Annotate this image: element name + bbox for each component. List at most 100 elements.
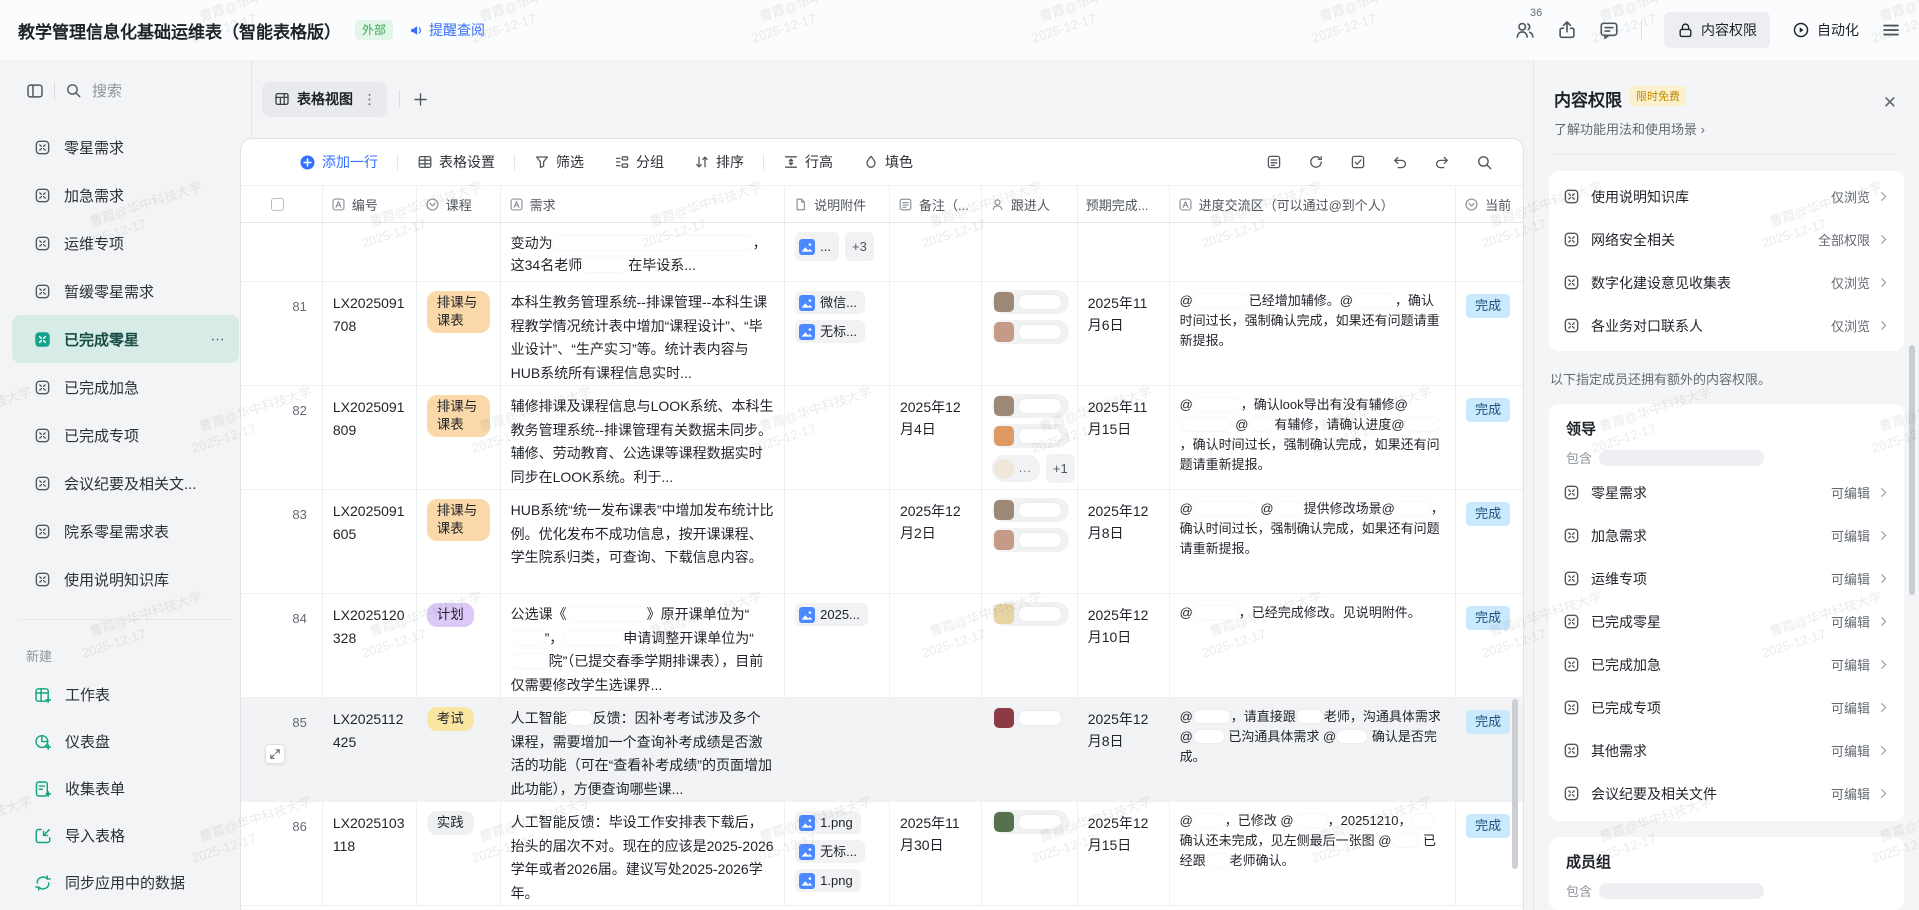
toolbar-row-height-button[interactable]: 行高 (783, 152, 833, 172)
follower-chip[interactable] (992, 528, 1069, 552)
column-header-4[interactable]: 说明附件 (785, 186, 890, 222)
cell-progress[interactable] (1170, 223, 1457, 281)
cell-followers[interactable] (982, 698, 1078, 801)
table-row-83[interactable]: 83 LX2025091605 排课与课表 HUB系统“统一发布课表”中增加发布… (241, 490, 1523, 594)
cell-progress[interactable]: @，确认look导出有没有辅修@ @有辅修，请确认进度@，确认时间过长，强制确认… (1170, 386, 1457, 489)
follower-chip[interactable] (992, 706, 1069, 730)
tab-more-icon[interactable] (362, 92, 377, 107)
automation-button[interactable]: 自动化 (1792, 20, 1859, 40)
cell-followers[interactable] (982, 802, 1078, 905)
column-header-1[interactable]: 编号 (323, 186, 417, 222)
cell-progress[interactable]: @ @提供修改场景@，确认时间过长，强制确认完成，如果还有问题请重新提报。 (1170, 490, 1457, 593)
cell-code[interactable] (323, 223, 417, 281)
sidebar-item-5[interactable]: 已完成加急 (12, 363, 239, 411)
table-scrollbar[interactable] (1512, 699, 1518, 869)
cell-followers[interactable] (982, 282, 1078, 385)
cell-note[interactable] (890, 594, 982, 697)
group0-item-5[interactable]: 已完成专项 可编辑 (1563, 686, 1890, 729)
column-header-7[interactable]: 预期完成... (1078, 186, 1170, 222)
cell-course[interactable]: 实践 (417, 802, 501, 905)
cell-attachments[interactable]: 1.png无标...1.png (785, 802, 890, 905)
cell-status[interactable]: 完成 (1456, 282, 1523, 385)
cell-code[interactable]: LX2025112425 (323, 698, 417, 801)
cell-note[interactable]: 2025年12月2日 (890, 490, 982, 593)
attachment-more-badge[interactable]: +3 (845, 232, 874, 261)
refresh-icon[interactable] (1308, 154, 1324, 170)
cell-attachments[interactable] (785, 490, 890, 593)
cell-status[interactable]: 完成 (1456, 594, 1523, 697)
cell-code[interactable]: LX2025091809 (323, 386, 417, 489)
sidebar-item-1[interactable]: 加急需求 (12, 171, 239, 219)
cell-due-date[interactable] (1078, 223, 1170, 281)
cell-status[interactable]: 完成 (1456, 490, 1523, 593)
cell-demand[interactable]: 变动为，这34名老师在毕设系... (501, 223, 786, 281)
attachment-chip[interactable]: 微信... (795, 291, 865, 314)
attachment-chip[interactable]: 2025... (795, 603, 868, 626)
more-icon[interactable] (210, 332, 225, 347)
cell-due-date[interactable]: 2025年12月8日 (1078, 698, 1170, 801)
collaborators-button[interactable]: 36, (1515, 20, 1535, 40)
attachment-chip[interactable]: 无标... (795, 840, 865, 863)
toolbar-sort-button[interactable]: 排序 (694, 152, 744, 172)
sidebar-item-9[interactable]: 使用说明知识库 (12, 555, 239, 603)
cell-course[interactable]: 计划 (417, 594, 501, 697)
cell-note[interactable]: 2025年11月30日 (890, 802, 982, 905)
attachment-chip[interactable]: 1.png (795, 811, 861, 834)
follower-chip[interactable]: ... (992, 455, 1040, 482)
follower-chip[interactable] (992, 424, 1069, 448)
sidebar-item-6[interactable]: 已完成专项 (12, 411, 239, 459)
group0-item-1[interactable]: 加急需求 可编辑 (1563, 514, 1890, 557)
group0-item-7[interactable]: 会议纪要及相关文件 可编辑 (1563, 772, 1890, 815)
column-header-2[interactable]: 课程 (417, 186, 501, 222)
cell-demand[interactable]: 本科生教务管理系统--排课管理--本科生课程教学情况统计表中增加“课程设计”、“… (501, 282, 786, 385)
cell-demand[interactable]: 人工智能反馈：因补考考试涉及多个课程，需要增加一个查询补考成绩是否激活的功能（可… (501, 698, 786, 801)
cell-course[interactable]: 排课与课表 (417, 386, 501, 489)
cell-course[interactable] (417, 223, 501, 281)
table-row-86[interactable]: 86 LX2025103118 实践 人工智能反馈：毕设工作安排表下载后，抬头的… (241, 802, 1523, 906)
panel-scrollbar[interactable] (1909, 345, 1915, 595)
cell-due-date[interactable]: 2025年11月6日 (1078, 282, 1170, 385)
toolbar-filter-button[interactable]: 筛选 (534, 152, 584, 172)
cell-demand[interactable]: HUB系统“统一发布课表”中增加发布统计比例。优化发布不成功信息，按开课课程、学… (501, 490, 786, 593)
column-header-9[interactable]: 当前 (1456, 186, 1523, 222)
follower-chip[interactable] (992, 394, 1069, 418)
cell-due-date[interactable]: 2025年12月10日 (1078, 594, 1170, 697)
column-header-3[interactable]: 需求 (501, 186, 786, 222)
cell-demand[interactable]: 人工智能反馈：毕设工作安排表下载后，抬头的届次不对。现在的应该是2025-202… (501, 802, 786, 905)
sidebar-item-8[interactable]: 院系零星需求表 (12, 507, 239, 555)
remind-read-button[interactable]: 提醒查阅 (409, 20, 485, 40)
shared-item-1[interactable]: 网络安全相关 全部权限 (1563, 218, 1890, 261)
cell-progress[interactable]: @，已修改 @，20251210，确认还未完成，见左侧最后一张图 @ 已经跟老师… (1170, 802, 1457, 905)
cell-followers[interactable] (982, 490, 1078, 593)
comment-icon[interactable] (1599, 20, 1619, 40)
add-row-button[interactable]: 添加一行 (299, 152, 378, 172)
table-row-85[interactable]: 85 LX2025112425 考试 人工智能反馈：因补考考试涉及多个课程，需要… (241, 698, 1523, 802)
table-row-partial[interactable]: 变动为，这34名老师在毕设系... ...+3 (241, 223, 1523, 282)
cell-note[interactable] (890, 698, 982, 801)
cell-followers[interactable] (982, 594, 1078, 697)
cell-code[interactable]: LX2025091708 (323, 282, 417, 385)
widget-icon[interactable] (1266, 154, 1282, 170)
cell-attachments[interactable] (785, 386, 890, 489)
cell-attachments[interactable]: ...+3 (785, 223, 890, 281)
cell-code[interactable]: LX2025091605 (323, 490, 417, 593)
follower-chip[interactable] (992, 810, 1069, 834)
group0-item-6[interactable]: 其他需求 可编辑 (1563, 729, 1890, 772)
add-view-icon[interactable] (412, 91, 429, 108)
group0-item-3[interactable]: 已完成零星 可编辑 (1563, 600, 1890, 643)
sidebar-item-0[interactable]: 零星需求 (12, 123, 239, 171)
cell-progress[interactable]: @，已经完成修改。见说明附件。 (1170, 594, 1457, 697)
cell-due-date[interactable]: 2025年11月15日 (1078, 386, 1170, 489)
sidebar-new-0[interactable]: 工作表 (0, 671, 251, 718)
cell-code[interactable]: LX2025103118 (323, 802, 417, 905)
select-all-checkbox[interactable] (271, 198, 284, 211)
expand-record-button[interactable] (265, 744, 285, 764)
follower-more-badge[interactable]: +1 (1046, 454, 1075, 483)
cell-followers[interactable]: ...+1 (982, 386, 1078, 489)
toolbar-group-button[interactable]: 分组 (614, 152, 664, 172)
toolbar-table-settings-button[interactable]: 表格设置 (417, 152, 495, 172)
cell-course[interactable]: 排课与课表 (417, 282, 501, 385)
cell-due-date[interactable]: 2025年12月15日 (1078, 802, 1170, 905)
cell-code[interactable]: LX2025120328 (323, 594, 417, 697)
column-header-6[interactable]: 跟进人 (982, 186, 1078, 222)
